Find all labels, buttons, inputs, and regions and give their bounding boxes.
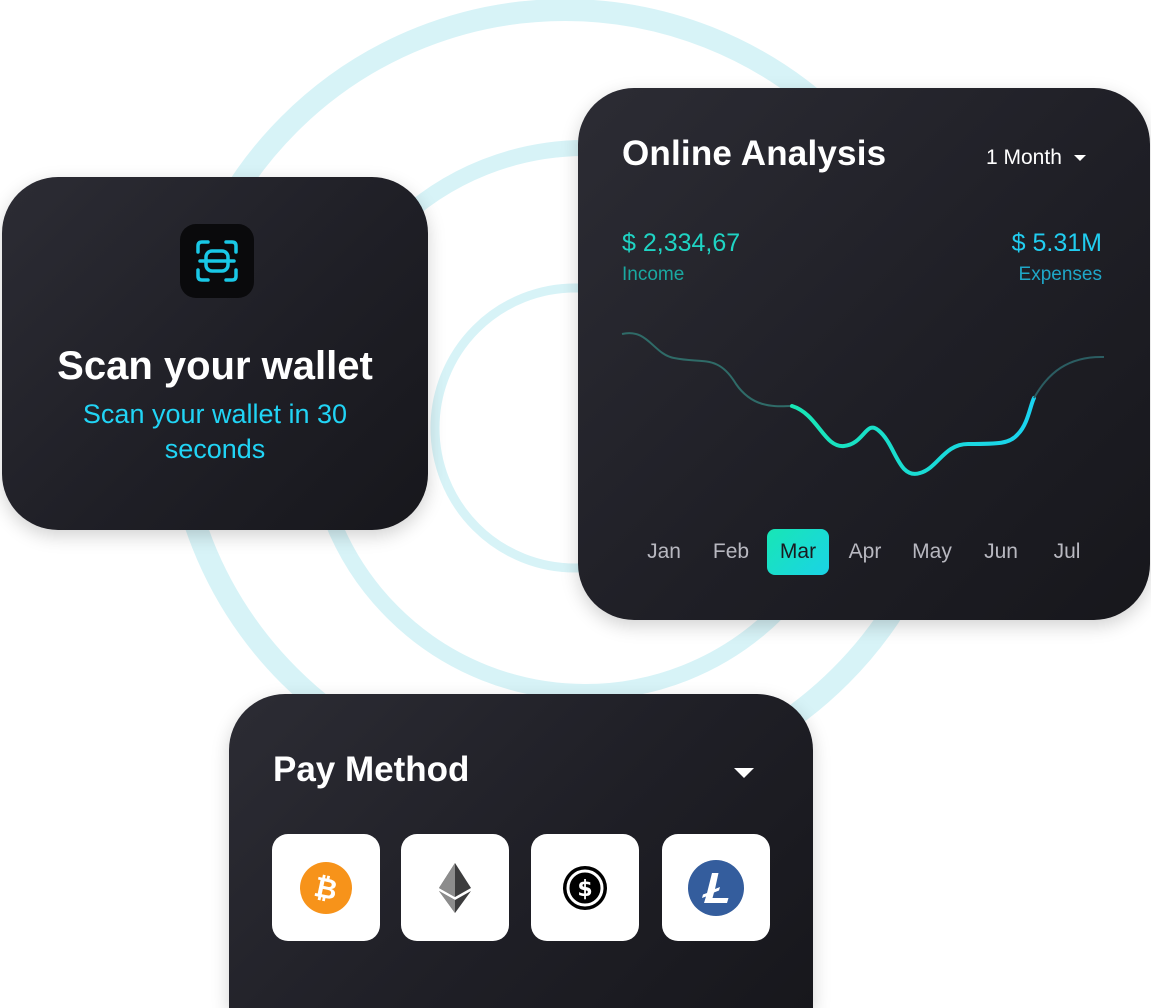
pay-method-dollar-coin[interactable]: $ <box>531 834 639 941</box>
online-analysis-card: Online Analysis 1 Month $ 2,334,67 Incom… <box>578 88 1150 620</box>
pay-method-ethereum[interactable] <box>401 834 509 941</box>
trend-line-muted <box>621 332 793 408</box>
month-tab-mar[interactable]: Mar <box>767 529 829 575</box>
pay-method-dropdown-button[interactable] <box>729 758 759 788</box>
bitcoin-icon: ₿ <box>300 861 352 914</box>
scan-icon <box>196 240 238 282</box>
ethereum-icon <box>439 862 471 913</box>
scan-subtitle: Scan your wallet in 30 seconds <box>82 399 348 464</box>
trend-line-highlight <box>790 396 1036 476</box>
scan-title: Scan your wallet <box>57 344 373 388</box>
month-tab-may[interactable]: May <box>901 529 963 575</box>
month-tab-jan[interactable]: Jan <box>633 529 695 575</box>
dollar-coin-icon: $ <box>563 865 607 910</box>
trend-line-muted-end <box>1033 355 1105 399</box>
scan-icon-tile[interactable] <box>180 224 254 298</box>
scan-wallet-card[interactable]: Scan your wallet Scan your wallet in 30 … <box>2 177 428 530</box>
pay-method-title: Pay Method <box>273 750 470 789</box>
pay-method-card: Pay Method ₿ $ <box>229 694 813 1008</box>
month-tab-apr[interactable]: Apr <box>834 529 896 575</box>
pay-method-litecoin[interactable] <box>662 834 770 941</box>
month-tab-jul[interactable]: Jul <box>1036 529 1098 575</box>
caret-down-icon <box>734 768 754 778</box>
svg-text:$: $ <box>577 877 592 902</box>
month-tab-feb[interactable]: Feb <box>700 529 762 575</box>
litecoin-icon <box>688 859 744 916</box>
month-tab-jun[interactable]: Jun <box>970 529 1032 575</box>
pay-method-bitcoin[interactable]: ₿ <box>272 834 380 941</box>
